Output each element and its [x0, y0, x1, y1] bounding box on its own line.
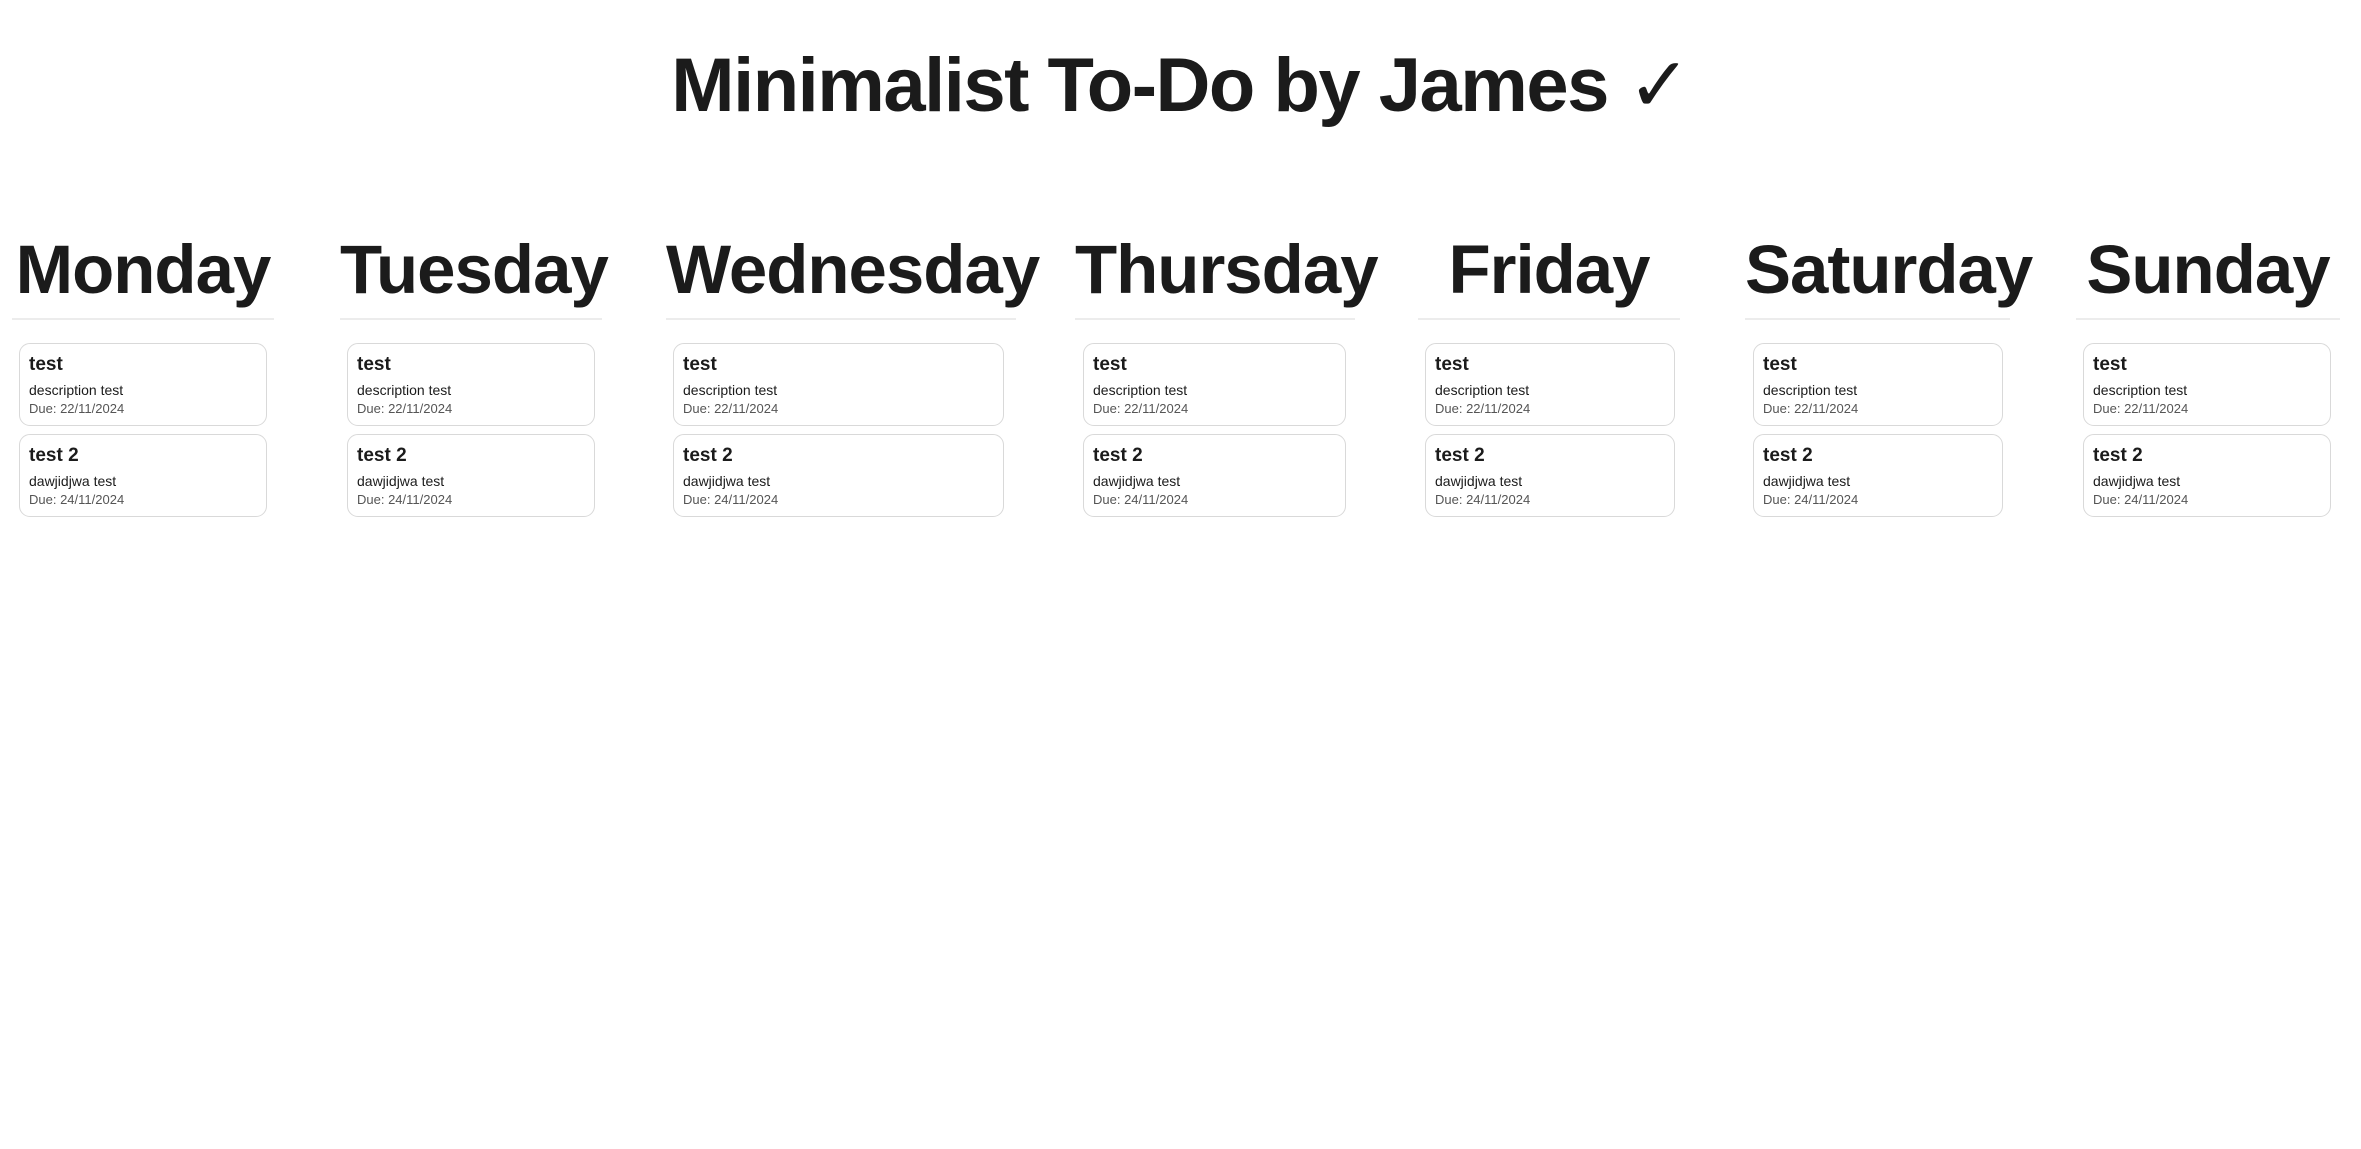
day-divider — [2076, 318, 2340, 320]
task-card[interactable]: test description test Due: 22/11/2024 — [1425, 343, 1675, 426]
task-card[interactable]: test description test Due: 22/11/2024 — [1753, 343, 2003, 426]
task-card[interactable]: test 2 dawjidjwa test Due: 24/11/2024 — [1425, 434, 1675, 517]
task-description: dawjidjwa test — [2093, 473, 2181, 489]
task-title: test 2 — [1093, 445, 1143, 466]
task-title: test — [1435, 354, 1469, 375]
task-description: dawjidjwa test — [1435, 473, 1523, 489]
task-title: test 2 — [683, 445, 733, 466]
day-divider — [340, 318, 602, 320]
task-due-date: Due: 22/11/2024 — [2093, 401, 2189, 416]
task-title: test — [2093, 354, 2127, 375]
task-description: description test — [683, 382, 778, 398]
task-title: test — [357, 354, 391, 375]
task-description: dawjidjwa test — [683, 473, 771, 489]
task-due-date: Due: 22/11/2024 — [29, 401, 125, 416]
task-description: dawjidjwa test — [357, 473, 445, 489]
task-due-date: Due: 24/11/2024 — [1435, 492, 1531, 507]
day-heading: Tuesday — [340, 231, 609, 308]
task-card[interactable]: test description test Due: 22/11/2024 — [347, 343, 595, 426]
task-title: test — [1763, 354, 1797, 375]
task-card[interactable]: test 2 dawjidjwa test Due: 24/11/2024 — [1753, 434, 2003, 517]
task-title: test — [683, 354, 717, 375]
day-divider — [666, 318, 1016, 320]
task-due-date: Due: 24/11/2024 — [1093, 492, 1189, 507]
task-title: test 2 — [357, 445, 407, 466]
task-title: test 2 — [29, 445, 79, 466]
task-due-date: Due: 22/11/2024 — [1093, 401, 1189, 416]
task-description: description test — [357, 382, 452, 398]
task-card[interactable]: test 2 dawjidjwa test Due: 24/11/2024 — [19, 434, 267, 517]
task-due-date: Due: 22/11/2024 — [683, 401, 779, 416]
task-title: test — [1093, 354, 1127, 375]
day-divider — [1745, 318, 2010, 320]
task-due-date: Due: 24/11/2024 — [2093, 492, 2189, 507]
task-card[interactable]: test description test Due: 22/11/2024 — [1083, 343, 1346, 426]
day-heading: Monday — [15, 231, 272, 308]
task-title: test 2 — [1435, 445, 1485, 466]
task-title: test 2 — [2093, 445, 2143, 466]
task-description: description test — [1763, 382, 1858, 398]
task-description: description test — [1435, 382, 1530, 398]
task-due-date: Due: 24/11/2024 — [1763, 492, 1859, 507]
task-due-date: Due: 22/11/2024 — [1435, 401, 1531, 416]
task-card[interactable]: test description test Due: 22/11/2024 — [2083, 343, 2331, 426]
day-heading: Sunday — [2086, 231, 2330, 308]
task-card[interactable]: test 2 dawjidjwa test Due: 24/11/2024 — [673, 434, 1004, 517]
task-description: dawjidjwa test — [1763, 473, 1851, 489]
task-card[interactable]: test 2 dawjidjwa test Due: 24/11/2024 — [1083, 434, 1346, 517]
task-card[interactable]: test 2 dawjidjwa test Due: 24/11/2024 — [2083, 434, 2331, 517]
day-heading: Thursday — [1075, 231, 1379, 308]
task-due-date: Due: 24/11/2024 — [29, 492, 125, 507]
task-due-date: Due: 24/11/2024 — [683, 492, 779, 507]
task-description: description test — [1093, 382, 1188, 398]
day-divider — [1418, 318, 1680, 320]
task-card[interactable]: test description test Due: 22/11/2024 — [19, 343, 267, 426]
day-heading: Saturday — [1745, 231, 2033, 308]
task-description: description test — [2093, 382, 2188, 398]
task-title: test 2 — [1763, 445, 1813, 466]
task-due-date: Due: 22/11/2024 — [357, 401, 453, 416]
task-description: description test — [29, 382, 124, 398]
day-divider — [12, 318, 274, 320]
day-divider — [1075, 318, 1355, 320]
day-heading: Friday — [1448, 231, 1650, 308]
day-heading: Wednesday — [666, 231, 1040, 308]
week-board: Monday test description test Due: 22/11/… — [0, 0, 2361, 1149]
task-due-date: Due: 24/11/2024 — [357, 492, 453, 507]
task-description: dawjidjwa test — [1093, 473, 1181, 489]
task-due-date: Due: 22/11/2024 — [1763, 401, 1859, 416]
task-description: dawjidjwa test — [29, 473, 117, 489]
task-card[interactable]: test description test Due: 22/11/2024 — [673, 343, 1004, 426]
task-title: test — [29, 354, 63, 375]
task-card[interactable]: test 2 dawjidjwa test Due: 24/11/2024 — [347, 434, 595, 517]
